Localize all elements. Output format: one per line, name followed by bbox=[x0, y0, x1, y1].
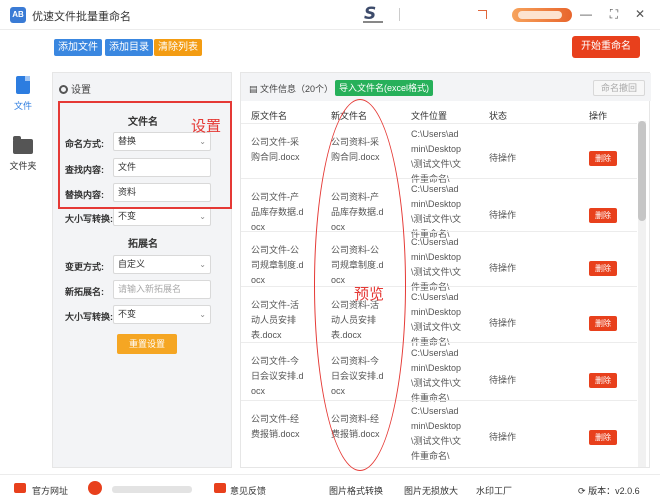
close-button[interactable]: ✕ bbox=[632, 6, 648, 22]
change-mode-select[interactable]: 自定义 ⌄ bbox=[113, 255, 211, 274]
image-enlarge-link[interactable]: 图片无损放大 bbox=[404, 484, 458, 497]
settings-annotation: 设置 bbox=[191, 118, 222, 135]
vertical-scrollbar[interactable] bbox=[638, 121, 646, 467]
delete-button[interactable]: 删除 bbox=[589, 373, 617, 388]
row-separator bbox=[241, 286, 637, 287]
original-filename-cell: 公司文件-今 日会议安排.d ocx bbox=[251, 356, 304, 396]
chevron-down-icon: ⌄ bbox=[199, 212, 206, 221]
folder-icon bbox=[13, 136, 33, 154]
add-directory-button[interactable]: 添加目录 bbox=[105, 39, 153, 56]
new-extension-input[interactable]: 请输入新拓展名 bbox=[113, 280, 211, 299]
status-cell: 待操作 bbox=[489, 318, 517, 328]
add-file-button[interactable]: 添加文件 bbox=[54, 39, 102, 56]
app-title: 优速文件批量重命名 bbox=[32, 11, 131, 23]
watermark-factory-link[interactable]: 水印工厂 bbox=[476, 484, 512, 497]
clear-list-button[interactable]: 清除列表 bbox=[154, 39, 202, 56]
column-header-original[interactable]: 原文件名 bbox=[251, 109, 287, 122]
preview-annotation: 预览 bbox=[354, 286, 385, 303]
row-separator bbox=[241, 231, 637, 232]
footer: 官方网址 意见反馈 图片格式转换 图片无损放大 水印工厂 ⟳ 版本：v2.0.6 bbox=[0, 474, 660, 502]
official-website-link[interactable]: 官方网址 bbox=[32, 484, 68, 497]
file-panel: ▤ 文件信息（20个） 导入文件名(excel格式) 命名撤回 原文件名 新文件… bbox=[240, 72, 651, 468]
nav-item-label: 文件 bbox=[13, 101, 32, 111]
version-text: 版本：v2.0.6 bbox=[588, 486, 640, 496]
delete-button[interactable]: 删除 bbox=[589, 261, 617, 276]
title-divider bbox=[399, 8, 400, 21]
status-cell: 待操作 bbox=[489, 432, 517, 442]
delete-button[interactable]: 删除 bbox=[589, 430, 617, 445]
ext-case-select[interactable]: 不变 ⌄ bbox=[113, 305, 211, 324]
delete-button[interactable]: 删除 bbox=[589, 316, 617, 331]
status-cell: 待操作 bbox=[489, 263, 517, 273]
nav-item-label: 文件夹 bbox=[9, 161, 37, 171]
new-extension-label: 新拓展名: bbox=[65, 287, 104, 297]
case-value: 不变 bbox=[118, 211, 137, 221]
feedback-link[interactable]: 意见反馈 bbox=[230, 484, 266, 497]
row-separator bbox=[241, 178, 637, 179]
contact-info-bar bbox=[112, 486, 192, 493]
file-info: ▤ 文件信息（20个） bbox=[249, 84, 334, 94]
minimize-button[interactable]: — bbox=[578, 6, 594, 22]
row-separator bbox=[241, 123, 637, 124]
rename-rollback-button[interactable]: 命名撤回 bbox=[593, 80, 645, 96]
settings-header: 设置 bbox=[59, 81, 91, 96]
original-filename-cell: 公司文件-活 动人员安排 表.docx bbox=[251, 300, 299, 340]
delete-button[interactable]: 删除 bbox=[589, 208, 617, 223]
ext-case-value: 不变 bbox=[118, 309, 137, 319]
account-pill-inner bbox=[518, 11, 562, 19]
account-pill[interactable] bbox=[512, 8, 572, 22]
reset-settings-button[interactable]: 重置设置 bbox=[117, 334, 177, 354]
version-label: ⟳ 版本：v2.0.6 bbox=[578, 484, 640, 497]
support-avatar-icon bbox=[88, 481, 102, 495]
chevron-down-icon: ⌄ bbox=[199, 310, 206, 319]
chevron-down-icon: ⌄ bbox=[199, 260, 206, 269]
restore-button[interactable]: ⛶ bbox=[606, 6, 622, 22]
gear-icon bbox=[59, 85, 68, 94]
corner-bracket-icon[interactable] bbox=[478, 10, 487, 19]
ext-case-label: 大小写转换: bbox=[65, 312, 113, 322]
image-convert-link[interactable]: 图片格式转换 bbox=[329, 484, 383, 497]
title-bar: AB 优速文件批量重命名 S — ⛶ ✕ bbox=[0, 0, 660, 30]
file-location-cell: C:\Users\ad min\Desktop \测试文件\文 件重命名\ bbox=[411, 348, 462, 403]
start-rename-button[interactable]: 开始重命名 bbox=[572, 36, 640, 58]
change-mode-label: 变更方式: bbox=[65, 262, 104, 272]
delete-button[interactable]: 删除 bbox=[589, 151, 617, 166]
refresh-icon: ⟳ bbox=[578, 486, 586, 496]
file-location-cell: C:\Users\ad min\Desktop \测试文件\文 件重命名\ bbox=[411, 406, 462, 461]
file-location-cell: C:\Users\ad min\Desktop \测试文件\文 件重命名\ bbox=[411, 292, 462, 347]
file-panel-header: ▤ 文件信息（20个） 导入文件名(excel格式) 命名撤回 bbox=[241, 73, 651, 101]
original-filename-cell: 公司文件-产 品库存数据.d ocx bbox=[251, 192, 304, 232]
file-info-label: 文件信息（20个） bbox=[260, 84, 334, 94]
scrollbar-thumb[interactable] bbox=[638, 121, 646, 221]
nav-item-folder[interactable]: 文件夹 bbox=[0, 136, 46, 172]
document-icon bbox=[16, 76, 30, 94]
website-icon bbox=[14, 483, 26, 493]
original-filename-cell: 公司文件-经 费报销.docx bbox=[251, 414, 300, 439]
change-mode-value: 自定义 bbox=[118, 259, 146, 269]
status-cell: 待操作 bbox=[489, 153, 517, 163]
brand-logo-icon: S bbox=[362, 4, 384, 24]
column-header-action[interactable]: 操作 bbox=[589, 109, 607, 122]
extension-section-title: 拓展名 bbox=[128, 239, 158, 250]
case-select[interactable]: 不变 ⌄ bbox=[113, 207, 211, 226]
status-cell: 待操作 bbox=[489, 375, 517, 385]
feedback-icon bbox=[214, 483, 226, 493]
left-nav: 文件 文件夹 bbox=[0, 66, 46, 470]
brand-logo-bar bbox=[363, 21, 383, 23]
settings-header-label: 设置 bbox=[71, 85, 91, 96]
column-header-location[interactable]: 文件位置 bbox=[411, 109, 447, 122]
file-location-cell: C:\Users\ad min\Desktop \测试文件\文 件重命名\ bbox=[411, 184, 462, 239]
import-filenames-button[interactable]: 导入文件名(excel格式) bbox=[335, 80, 434, 96]
original-filename-cell: 公司文件-公 司规章制度.d ocx bbox=[251, 245, 304, 285]
case-label: 大小写转换: bbox=[65, 214, 113, 224]
app-logo-icon: AB bbox=[10, 7, 26, 23]
row-separator bbox=[241, 342, 637, 343]
nav-item-file[interactable]: 文件 bbox=[0, 76, 46, 112]
row-separator bbox=[241, 400, 637, 401]
column-header-status[interactable]: 状态 bbox=[489, 109, 507, 122]
status-cell: 待操作 bbox=[489, 210, 517, 220]
original-filename-cell: 公司文件-采 购合同.docx bbox=[251, 137, 300, 162]
